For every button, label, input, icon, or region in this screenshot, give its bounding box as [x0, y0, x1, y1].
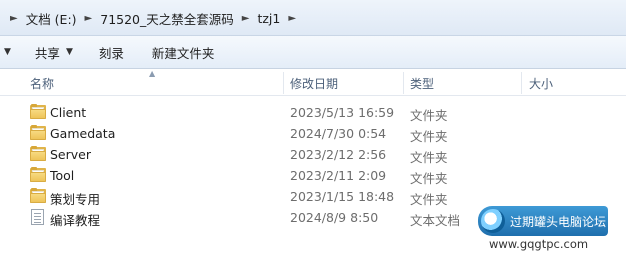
file-modified: 2024/7/30 0:54	[290, 126, 387, 141]
folder-icon	[30, 125, 46, 140]
list-item[interactable]: Server 2023/2/12 2:56 文件夹	[0, 144, 626, 165]
column-divider[interactable]	[403, 72, 404, 94]
file-modified: 2023/5/13 16:59	[290, 105, 395, 120]
breadcrumb-item-drive[interactable]: 文档 (E:)	[26, 9, 77, 28]
file-type: 文件夹	[410, 192, 448, 207]
file-type: 文件夹	[410, 129, 448, 144]
breadcrumb-item-current[interactable]: tzj1	[257, 11, 280, 26]
burn-button[interactable]: 刻录	[99, 43, 124, 62]
column-divider[interactable]	[283, 72, 284, 94]
list-item[interactable]: 策划专用 2023/1/15 18:48 文件夹	[0, 186, 626, 207]
file-name: Tool	[50, 168, 75, 183]
list-item[interactable]: Tool 2023/2/11 2:09 文件夹	[0, 165, 626, 186]
burn-label: 刻录	[98, 45, 124, 61]
file-modified: 2023/2/11 2:09	[290, 168, 387, 183]
list-item[interactable]: Gamedata 2024/7/30 0:54 文件夹	[0, 123, 626, 144]
breadcrumb-separator-icon[interactable]: ►	[280, 13, 304, 24]
file-modified: 2023/2/12 2:56	[290, 147, 387, 162]
folder-icon	[30, 104, 46, 119]
breadcrumb-separator-icon[interactable]: ►	[77, 13, 101, 24]
sort-ascending-icon: ▲	[149, 69, 156, 78]
column-divider[interactable]	[521, 72, 522, 94]
watermark-url: www.gqgtpc.com	[489, 237, 589, 251]
column-header-size[interactable]: 大小	[529, 75, 553, 92]
command-toolbar: ▼ 共享 ▼ 刻录 新建文件夹	[0, 36, 626, 69]
column-headers: ▲ 名称 修改日期 类型 大小	[0, 69, 626, 96]
column-header-modified[interactable]: 修改日期	[290, 75, 338, 92]
watermark-title: 过期罐头电脑论坛	[510, 214, 607, 229]
file-name: Gamedata	[50, 126, 116, 141]
folder-icon	[30, 167, 46, 182]
forum-logo-icon	[481, 209, 505, 233]
share-button[interactable]: 共享 ▼	[35, 43, 73, 62]
file-type: 文件夹	[410, 150, 448, 165]
breadcrumb-item-source-folder[interactable]: 71520_天之禁全套源码	[100, 9, 234, 28]
new-folder-button[interactable]: 新建文件夹	[152, 43, 215, 62]
file-type: 文件夹	[410, 171, 448, 186]
folder-icon	[30, 146, 46, 161]
share-label: 共享	[34, 45, 60, 61]
breadcrumb-separator-icon[interactable]: ►	[234, 13, 258, 24]
file-name: 编译教程	[50, 213, 101, 228]
text-file-icon	[31, 209, 44, 225]
file-type: 文件夹	[410, 108, 448, 123]
folder-icon	[30, 188, 46, 203]
breadcrumb-separator-icon[interactable]: ►	[0, 13, 26, 24]
watermark: 过期罐头电脑论坛 www.gqgtpc.com	[478, 206, 626, 262]
watermark-banner: 过期罐头电脑论坛	[478, 206, 608, 236]
file-name: Server	[50, 147, 91, 162]
chevron-down-icon: ▼	[65, 47, 73, 57]
file-modified: 2024/8/9 8:50	[290, 210, 379, 225]
file-type: 文本文档	[410, 213, 461, 228]
column-header-name[interactable]: 名称	[30, 75, 54, 92]
list-item[interactable]: Client 2023/5/13 16:59 文件夹	[0, 102, 626, 123]
file-name: Client	[50, 105, 87, 120]
address-bar[interactable]: ► 文档 (E:) ► 71520_天之禁全套源码 ► tzj1 ►	[0, 0, 626, 36]
organize-dropdown-icon[interactable]: ▼	[4, 47, 11, 57]
breadcrumb: ► 文档 (E:) ► 71520_天之禁全套源码 ► tzj1 ►	[0, 6, 626, 30]
new-folder-label: 新建文件夹	[151, 45, 215, 61]
file-modified: 2023/1/15 18:48	[290, 189, 395, 204]
file-name: 策划专用	[50, 192, 101, 207]
column-header-type[interactable]: 类型	[410, 75, 434, 92]
